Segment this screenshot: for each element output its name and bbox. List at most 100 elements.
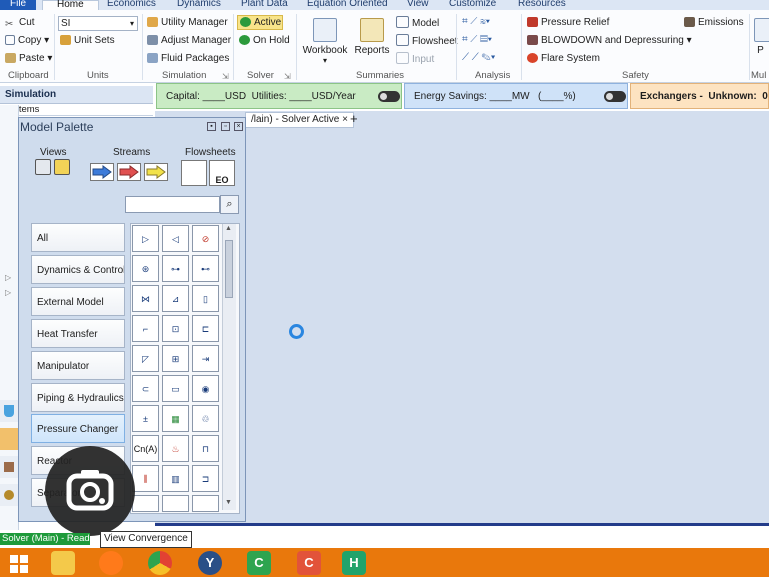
simulation-filter-select[interactable]: All Items <box>0 104 153 116</box>
yahoo-icon[interactable]: Y <box>198 551 222 575</box>
reports-button[interactable]: Reports <box>354 18 390 56</box>
restore-icon[interactable]: ▫ <box>221 122 230 131</box>
energy-toggle[interactable] <box>603 90 626 102</box>
stripper-icon[interactable] <box>162 495 189 512</box>
analysis-tool-1-icon[interactable]: ⌗ ⟋ ≋▾ <box>462 15 490 28</box>
exchanger-banner[interactable]: Exchangers - Unknown: 0 O <box>630 83 769 109</box>
view-convergence-button[interactable]: View Convergence <box>100 531 192 548</box>
analysis-tool-2-icon[interactable]: ⌗ ⟋ ▤▾ <box>462 33 492 46</box>
separator-icon[interactable]: ◉ <box>192 375 219 402</box>
emissions-button[interactable]: Emissions <box>684 16 744 29</box>
material-stream-icon[interactable] <box>90 163 114 181</box>
flask-tool-icon[interactable] <box>0 400 18 422</box>
palette-search-input[interactable] <box>125 196 220 213</box>
eo-flowsheet-icon[interactable]: EO <box>209 160 235 186</box>
capital-toggle[interactable] <box>377 90 400 102</box>
adjust-manager-button[interactable]: Adjust Manager <box>147 34 231 47</box>
menu-tab-plant-data[interactable]: Plant Data <box>241 0 288 10</box>
paste-button[interactable]: Paste ▾ <box>5 52 52 65</box>
tank-icon[interactable]: ⊡ <box>162 315 189 342</box>
scrollbar-thumb[interactable] <box>225 240 233 298</box>
unit-set-select[interactable]: SI ▾ <box>58 16 138 31</box>
tools-icon[interactable] <box>0 456 18 478</box>
category-pressure-changer[interactable]: Pressure Changer <box>31 414 125 443</box>
document-tab[interactable]: /lain) - Solver Active × <box>245 112 354 128</box>
model-summary-button[interactable]: Model <box>396 16 439 30</box>
chrome-icon[interactable] <box>148 551 172 575</box>
menu-tab-economics[interactable]: Economics <box>107 0 156 10</box>
column-icon[interactable]: ▥ <box>162 465 189 492</box>
tree-expand-icon[interactable]: ▷ <box>5 288 11 297</box>
palette-scrollbar[interactable]: ▲ ▼ <box>222 224 236 510</box>
menu-tab-view[interactable]: View <box>407 0 429 10</box>
heat-exchanger-icon[interactable]: ⊂ <box>132 375 159 402</box>
expander-icon[interactable]: ⊷ <box>192 255 219 282</box>
solver-active-button[interactable]: Active <box>237 15 283 30</box>
spreadsheet-icon[interactable]: ▦ <box>162 405 189 432</box>
vessel-icon[interactable]: ▯ <box>192 285 219 312</box>
reactor-vessel-icon[interactable]: ⊏ <box>192 315 219 342</box>
scroll-down-icon[interactable]: ▼ <box>225 499 232 506</box>
cna-icon[interactable]: Cn(A) <box>132 435 159 462</box>
tee-icon[interactable]: ◁ <box>162 225 189 252</box>
nozzle-icon[interactable]: ◸ <box>132 345 159 372</box>
on-hold-button[interactable]: On Hold <box>239 34 290 47</box>
category-heat-transfer[interactable]: Heat Transfer <box>31 319 125 348</box>
pressure-relief-button[interactable]: Pressure Relief <box>527 16 609 29</box>
capital-banner[interactable]: Capital: ____USD Utilities: ____USD/Year <box>156 83 402 109</box>
flowsheet-canvas[interactable] <box>155 111 769 526</box>
menu-tab-dynamics[interactable]: Dynamics <box>177 0 221 10</box>
absorber-icon[interactable] <box>132 495 159 512</box>
copy-button[interactable]: Copy ▾ <box>5 34 49 47</box>
menu-tab-file[interactable]: File <box>0 0 37 10</box>
fuel-icon[interactable] <box>0 484 18 506</box>
plug-flow-reactor-icon[interactable]: ⫼ <box>132 465 159 492</box>
partial-button[interactable]: P <box>752 18 769 56</box>
close-icon[interactable]: × <box>234 122 243 131</box>
lens-overlay-icon[interactable] <box>45 446 135 536</box>
pin-icon[interactable]: ▪ <box>207 122 216 131</box>
unit-sets-button[interactable]: Unit Sets <box>60 34 115 47</box>
component-splitter-icon[interactable]: ⊞ <box>162 345 189 372</box>
relief-valve-icon[interactable]: ⊿ <box>162 285 189 312</box>
compressor-icon[interactable]: ⊛ <box>132 255 159 282</box>
new-tab-button[interactable]: + <box>350 112 358 125</box>
energy-banner[interactable]: Energy Savings: ____MW (____%) <box>404 83 628 109</box>
recycle-icon[interactable]: ♲ <box>192 405 219 432</box>
app-h-icon[interactable]: H <box>342 551 366 575</box>
sub-flowsheet-icon[interactable] <box>181 160 207 186</box>
menu-tab-resources[interactable]: Resources <box>518 0 566 10</box>
tree-expand-icon[interactable]: ▷ <box>5 273 11 282</box>
signal-stream-icon[interactable] <box>144 163 168 181</box>
flare-system-button[interactable]: Flare System <box>527 52 600 65</box>
analysis-tool-3-icon[interactable]: ⟋ ⟋ ✎▾ <box>462 51 496 64</box>
furnace-icon[interactable]: ⊓ <box>192 435 219 462</box>
fluid-packages-button[interactable]: Fluid Packages <box>147 52 229 65</box>
category-all[interactable]: All <box>31 223 125 252</box>
flowsheet-summary-button[interactable]: Flowsheet <box>396 34 458 48</box>
file-explorer-icon[interactable] <box>51 551 75 575</box>
category-dynamics-control[interactable]: Dynamics & Control <box>31 255 125 284</box>
mixer-icon[interactable]: ▷ <box>132 225 159 252</box>
logic-block-icon[interactable]: ⇥ <box>192 345 219 372</box>
valve-icon[interactable]: ⋈ <box>132 285 159 312</box>
blowdown-button[interactable]: BLOWDOWN and Depressuring ▾ <box>527 34 692 47</box>
cut-button[interactable]: ✂ Cut <box>5 16 35 30</box>
menu-tab-customize[interactable]: Customize <box>449 0 496 10</box>
input-summary-button[interactable]: Input <box>396 52 434 66</box>
pump-icon[interactable]: ⊶ <box>162 255 189 282</box>
cooler-icon[interactable]: ▭ <box>162 375 189 402</box>
menu-tab-equation-oriented[interactable]: Equation Oriented <box>307 0 388 10</box>
dialog-launcher-icon[interactable]: ⇲ <box>222 70 229 83</box>
distillation-icon[interactable]: ⊐ <box>192 465 219 492</box>
category-manipulator[interactable]: Manipulator <box>31 351 125 380</box>
utility-manager-button[interactable]: Utility Manager <box>147 16 228 29</box>
fired-heater-icon[interactable]: ♨ <box>162 435 189 462</box>
workbook-button[interactable]: Workbook ▾ <box>302 18 348 65</box>
scroll-up-icon[interactable]: ▲ <box>225 225 232 232</box>
app-c-green-icon[interactable]: C <box>247 551 271 575</box>
close-icon[interactable]: × <box>342 114 348 125</box>
list-view-icon[interactable] <box>35 159 51 175</box>
no-entry-icon[interactable]: ⊘ <box>192 225 219 252</box>
wrench-icon[interactable]: ± <box>132 405 159 432</box>
